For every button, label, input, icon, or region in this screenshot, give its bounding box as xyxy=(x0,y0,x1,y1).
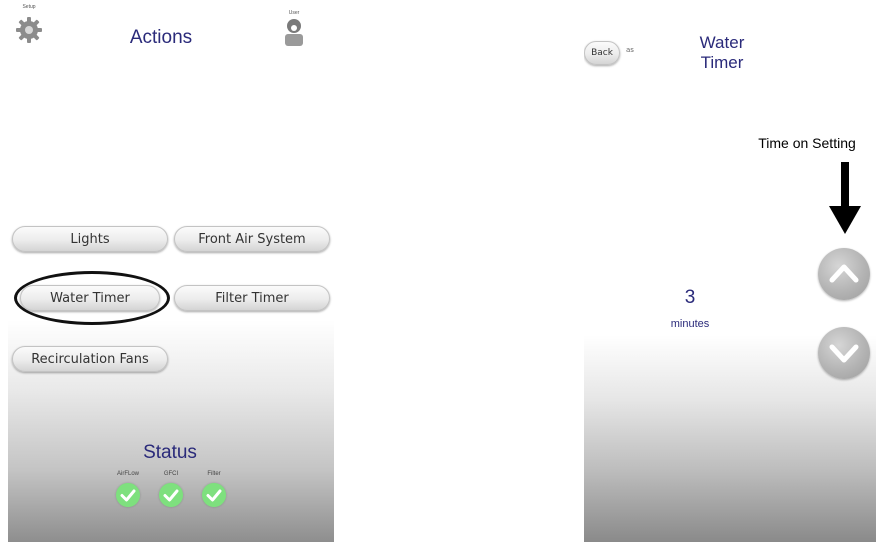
chevron-up-icon xyxy=(829,264,859,283)
check-icon xyxy=(116,483,140,507)
actions-screen: Setup Actions User Lights Front Air Syst… xyxy=(8,0,334,542)
filter-timer-button-label: Filter Timer xyxy=(215,290,289,306)
increase-button[interactable] xyxy=(818,248,870,300)
page-title: Actions xyxy=(129,27,193,48)
recirculation-fans-button[interactable]: Recirculation Fans xyxy=(12,346,168,372)
status-filter-label: Filter xyxy=(207,471,221,477)
screen-title-line-1: Water xyxy=(699,33,745,52)
timer-value: 3 xyxy=(684,287,696,308)
status-filter: Filter xyxy=(199,471,229,507)
front-air-system-button[interactable]: Front Air System xyxy=(174,226,330,252)
screen-title: Water Timer xyxy=(672,33,772,73)
highlight-ellipse xyxy=(14,271,170,325)
filter-timer-button[interactable]: Filter Timer xyxy=(174,285,330,311)
water-timer-screen: Back as Water Timer 3 minutes xyxy=(584,0,876,542)
back-button[interactable]: Back xyxy=(584,41,620,65)
decrease-button[interactable] xyxy=(818,327,870,379)
recirculation-fans-button-label: Recirculation Fans xyxy=(31,351,149,367)
user-button[interactable]: User xyxy=(278,10,310,50)
back-button-label: Back xyxy=(591,48,613,58)
status-gfci: GFCI xyxy=(156,471,186,507)
side-text: as xyxy=(626,46,634,54)
lights-button[interactable]: Lights xyxy=(12,226,168,252)
annotation-label: Time on Setting xyxy=(758,135,856,151)
screen-title-line-2: Timer xyxy=(700,53,744,72)
status-airflow-label: AirFLow xyxy=(116,471,139,477)
status-title: Status xyxy=(143,442,197,463)
check-icon xyxy=(202,483,226,507)
setup-label: Setup xyxy=(22,4,36,10)
chevron-down-icon xyxy=(829,344,859,363)
status-gfci-label: GFCI xyxy=(163,471,179,477)
user-icon xyxy=(285,19,303,46)
gear-icon xyxy=(16,17,42,43)
front-air-system-button-label: Front Air System xyxy=(198,231,306,247)
timer-unit: minutes xyxy=(670,318,710,330)
lights-button-label: Lights xyxy=(70,231,110,247)
setup-button[interactable]: Setup xyxy=(12,4,46,48)
user-label: User xyxy=(288,10,300,16)
status-airflow: AirFLow xyxy=(113,471,143,507)
down-arrow-icon xyxy=(829,162,861,234)
check-icon xyxy=(159,483,183,507)
